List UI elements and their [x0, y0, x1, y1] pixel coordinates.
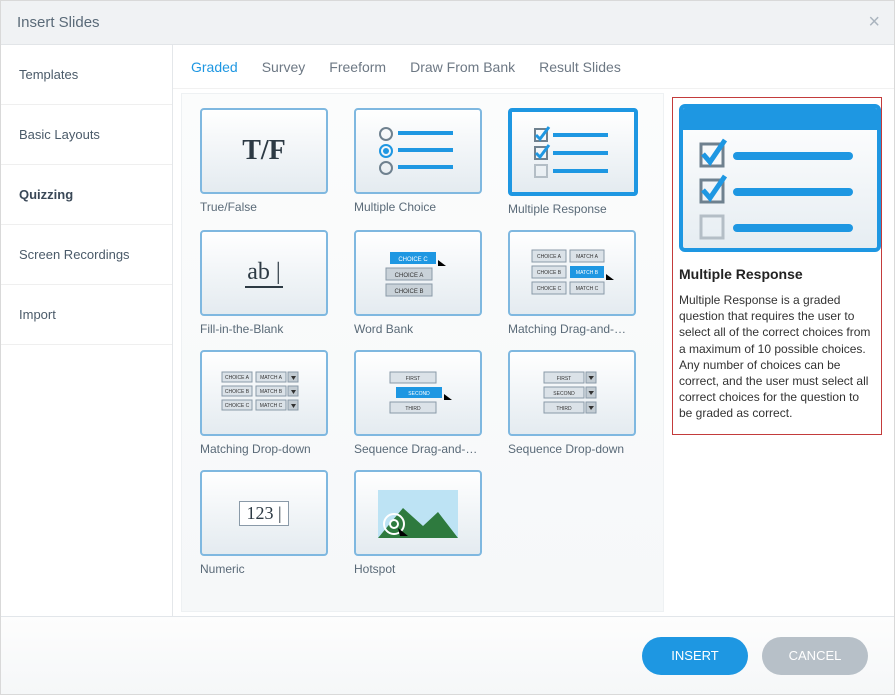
svg-text:CHOICE A: CHOICE A — [537, 254, 562, 260]
tile-label: Sequence Drop-down — [508, 442, 648, 456]
tile-tf[interactable]: T/F True/False — [200, 108, 340, 216]
tile-thumb-wb[interactable]: CHOICE C CHOICE A CHOICE B — [354, 230, 482, 316]
tile-label: Matching Drop-down — [200, 442, 340, 456]
tile-label: Numeric — [200, 562, 340, 576]
main-panel: Graded Survey Freeform Draw From Bank Re… — [173, 45, 894, 616]
svg-text:MATCH B: MATCH B — [260, 389, 283, 395]
multiple-response-preview-icon — [683, 130, 873, 240]
tile-wb[interactable]: CHOICE C CHOICE A CHOICE B Word Bank — [354, 230, 494, 336]
tile-mdd[interactable]: CHOICE A MATCH A CHOICE B MATCH B CHOICE C MA… — [200, 350, 340, 456]
svg-text:FIRST: FIRST — [557, 376, 571, 382]
titlebar: Insert Slides × — [1, 1, 894, 45]
tile-thumb-mdd[interactable]: CHOICE A MATCH A CHOICE B MATCH B CHOICE C MA… — [200, 350, 328, 436]
tile-label: Sequence Drag-and-… — [354, 442, 494, 456]
tile-mr[interactable]: Multiple Response — [508, 108, 648, 216]
svg-text:MATCH A: MATCH A — [576, 254, 599, 260]
cancel-button[interactable]: CANCEL — [762, 637, 868, 675]
dialog-title: Insert Slides — [17, 14, 100, 31]
insert-button[interactable]: INSERT — [642, 637, 748, 675]
tile-mdnd[interactable]: CHOICE A MATCH A CHOICE B MATCH B CHOICE C MA… — [508, 230, 648, 336]
tab-bar: Graded Survey Freeform Draw From Bank Re… — [173, 45, 894, 89]
svg-text:CHOICE B: CHOICE B — [537, 270, 562, 276]
tile-fib[interactable]: ab | Fill-in-the-Blank — [200, 230, 340, 336]
svg-text:CHOICE C: CHOICE C — [537, 286, 562, 292]
tile-label: Multiple Response — [508, 202, 648, 216]
tile-sdnd[interactable]: FIRST SECOND THIRD Sequence Drag-and-… — [354, 350, 494, 456]
svg-text:CHOICE C: CHOICE C — [225, 403, 250, 409]
content-row: T/F True/False Multiple Choice Multiple Res… — [173, 89, 894, 616]
tile-hot[interactable]: Hotspot — [354, 470, 494, 576]
svg-text:THIRD: THIRD — [556, 406, 572, 412]
dialog-body: Templates Basic Layouts Quizzing Screen … — [1, 45, 894, 616]
svg-text:MATCH C: MATCH C — [576, 286, 599, 292]
svg-text:MATCH B: MATCH B — [576, 270, 599, 276]
tab-graded[interactable]: Graded — [191, 59, 238, 75]
tab-freeform[interactable]: Freeform — [329, 59, 386, 75]
svg-text:SECOND: SECOND — [553, 391, 575, 397]
sidebar-item-screen-recordings[interactable]: Screen Recordings — [1, 225, 172, 285]
svg-text:FIRST: FIRST — [406, 376, 420, 382]
svg-text:CHOICE B: CHOICE B — [225, 389, 250, 395]
tile-thumb-hot[interactable] — [354, 470, 482, 556]
tile-label: Word Bank — [354, 322, 494, 336]
sidebar: Templates Basic Layouts Quizzing Screen … — [1, 45, 173, 616]
tile-thumb-tf[interactable]: T/F — [200, 108, 328, 194]
tile-label: True/False — [200, 200, 340, 214]
svg-text:SECOND: SECOND — [408, 391, 430, 397]
tile-grid-wrap: T/F True/False Multiple Choice Multiple Res… — [181, 93, 664, 612]
tile-label: Matching Drag-and-… — [508, 322, 648, 336]
detail-preview-header — [683, 108, 877, 130]
detail-panel: Multiple Response Multiple Response is a… — [668, 93, 886, 612]
tile-num[interactable]: 123 | Numeric — [200, 470, 340, 576]
close-icon[interactable]: × — [868, 11, 880, 34]
svg-text:CHOICE B: CHOICE B — [394, 289, 423, 295]
sidebar-item-import[interactable]: Import — [1, 285, 172, 345]
tile-thumb-sdnd[interactable]: FIRST SECOND THIRD — [354, 350, 482, 436]
tab-draw-from-bank[interactable]: Draw From Bank — [410, 59, 515, 75]
tile-thumb-mr[interactable] — [508, 108, 638, 196]
svg-text:CHOICE A: CHOICE A — [395, 273, 424, 279]
tile-thumb-num[interactable]: 123 | — [200, 470, 328, 556]
detail-preview — [679, 104, 881, 252]
sidebar-item-quizzing[interactable]: Quizzing — [1, 165, 172, 225]
tile-sdd[interactable]: FIRST SECOND THIRD Sequence Drop-down — [508, 350, 648, 456]
tile-thumb-fib[interactable]: ab | — [200, 230, 328, 316]
svg-text:CHOICE C: CHOICE C — [398, 257, 428, 263]
tile-label: Multiple Choice — [354, 200, 494, 214]
tab-result-slides[interactable]: Result Slides — [539, 59, 621, 75]
tile-thumb-mc[interactable] — [354, 108, 482, 194]
detail-description: Multiple Response is a graded question t… — [679, 292, 875, 422]
svg-text:MATCH A: MATCH A — [260, 375, 283, 381]
insert-slides-dialog: Insert Slides × Templates Basic Layouts … — [0, 0, 895, 695]
detail-title: Multiple Response — [679, 266, 875, 282]
tile-label: Fill-in-the-Blank — [200, 322, 340, 336]
sidebar-item-templates[interactable]: Templates — [1, 45, 172, 105]
tile-mc[interactable]: Multiple Choice — [354, 108, 494, 216]
svg-text:MATCH C: MATCH C — [260, 403, 283, 409]
dialog-footer: INSERT CANCEL — [1, 616, 894, 694]
svg-text:THIRD: THIRD — [405, 406, 421, 412]
tile-thumb-sdd[interactable]: FIRST SECOND THIRD — [508, 350, 636, 436]
tile-grid: T/F True/False Multiple Choice Multiple Res… — [200, 108, 651, 576]
sidebar-item-basic-layouts[interactable]: Basic Layouts — [1, 105, 172, 165]
tab-survey[interactable]: Survey — [262, 59, 306, 75]
svg-text:CHOICE A: CHOICE A — [225, 375, 250, 381]
detail-highlight-frame: Multiple Response Multiple Response is a… — [672, 97, 882, 435]
tile-thumb-mdnd[interactable]: CHOICE A MATCH A CHOICE B MATCH B CHOICE C MA… — [508, 230, 636, 316]
tile-label: Hotspot — [354, 562, 494, 576]
